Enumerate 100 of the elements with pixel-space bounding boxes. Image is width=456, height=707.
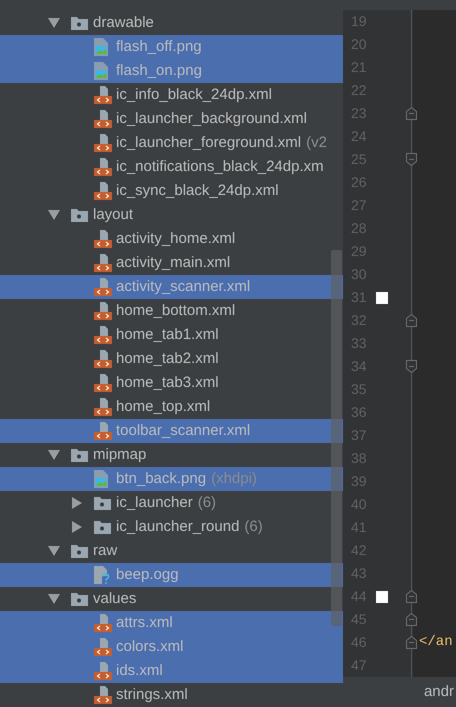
file-name: flash_off.png: [116, 36, 202, 57]
tree-row[interactable]: drawable: [0, 11, 343, 35]
file-name: home_tab2.xml: [116, 348, 219, 369]
tree-row[interactable]: home_bottom.xml: [0, 299, 343, 323]
tree-row[interactable]: layout: [0, 203, 343, 227]
file-name: home_tab1.xml: [116, 324, 219, 345]
tree-row[interactable]: home_tab1.xml: [0, 323, 343, 347]
fold-marker-icon[interactable]: [405, 613, 418, 626]
expand-arrow-icon[interactable]: [71, 497, 83, 509]
tree-row[interactable]: raw: [0, 539, 343, 563]
collapse-arrow-icon[interactable]: [48, 593, 60, 605]
file-name: btn_back.png: [116, 468, 206, 489]
xml-file-icon: [94, 662, 112, 680]
tree-row[interactable]: activity_main.xml: [0, 251, 343, 275]
file-name: ic_info_black_24dp.xml: [116, 84, 272, 105]
xml-file-icon: [94, 158, 112, 176]
tree-row[interactable]: home_top.xml: [0, 395, 343, 419]
xml-file-icon: [94, 110, 112, 128]
fold-marker-icon[interactable]: [405, 314, 418, 327]
xml-file-icon: [94, 278, 112, 296]
collapse-arrow-icon[interactable]: [48, 449, 60, 461]
fold-marker-icon[interactable]: [405, 107, 418, 120]
breadcrumb-item[interactable]: andr: [424, 680, 454, 704]
xml-file-icon: [94, 182, 112, 200]
xml-file-icon: [94, 230, 112, 248]
fold-marker-icon[interactable]: [405, 636, 418, 649]
folder-name: drawable: [93, 12, 154, 33]
xml-file-icon: [94, 422, 112, 440]
collapse-arrow-icon[interactable]: [48, 17, 60, 29]
xml-file-icon: [94, 134, 112, 152]
file-name: home_tab3.xml: [116, 372, 219, 393]
tree-row[interactable]: mipmap: [0, 443, 343, 467]
file-hint: (v2: [306, 132, 327, 153]
folder-name: ic_launcher: [116, 492, 193, 513]
file-hint: (xhdpi): [211, 468, 257, 489]
tree-row[interactable]: ic_launcher (6): [0, 491, 343, 515]
file-hint: (6): [244, 516, 263, 537]
xml-file-icon: [94, 638, 112, 656]
collapse-arrow-icon[interactable]: [48, 209, 60, 221]
tree-row[interactable]: ic_sync_black_24dp.xml: [0, 179, 343, 203]
folder-name: raw: [93, 540, 118, 561]
xml-file-icon: [94, 398, 112, 416]
tree-row[interactable]: strings.xml: [0, 683, 343, 707]
file-name: home_top.xml: [116, 396, 210, 417]
file-name: strings.xml: [116, 684, 188, 705]
xml-file-icon: [94, 326, 112, 344]
tree-row[interactable]: ic_launcher_round (6): [0, 515, 343, 539]
xml-file-icon: [94, 686, 112, 704]
scrollbar[interactable]: [331, 250, 342, 626]
file-name: activity_scanner.xml: [116, 276, 250, 297]
xml-file-icon: [94, 614, 112, 632]
fold-marker-icon[interactable]: [405, 360, 418, 373]
unknown-file-icon: [94, 566, 110, 584]
folder-icon: [71, 544, 88, 558]
file-name: ic_launcher_background.xml: [116, 108, 307, 129]
folder-name: mipmap: [93, 444, 146, 465]
tree-row[interactable]: ic_notifications_black_24dp.xm: [0, 155, 343, 179]
folder-icon: [71, 208, 88, 222]
file-name: ic_notifications_black_24dp.xm: [116, 156, 324, 177]
folder-icon: [94, 520, 111, 534]
tree-row[interactable]: home_tab2.xml: [0, 347, 343, 371]
image-file-icon: [94, 62, 108, 80]
fold-marker-icon[interactable]: [405, 590, 418, 603]
folder-name: layout: [93, 204, 134, 225]
file-name: ic_launcher_foreground.xml: [116, 132, 302, 153]
xml-file-icon: [94, 254, 112, 272]
folder-icon: [71, 592, 88, 606]
tree-row[interactable]: ic_launcher_background.xml: [0, 107, 343, 131]
xml-file-icon: [94, 350, 112, 368]
file-name: activity_home.xml: [116, 228, 236, 249]
file-name: home_bottom.xml: [116, 300, 236, 321]
image-file-icon: [94, 470, 108, 488]
folder-icon: [71, 448, 88, 462]
file-name: toolbar_scanner.xml: [116, 420, 250, 441]
file-name: ic_sync_black_24dp.xml: [116, 180, 279, 201]
bookmark-marker[interactable]: [376, 590, 388, 602]
fold-marker-icon[interactable]: [405, 153, 418, 166]
xml-file-icon: [94, 374, 112, 392]
file-name: flash_on.png: [116, 60, 202, 81]
file-name: activity_main.xml: [116, 252, 230, 273]
expand-arrow-icon[interactable]: [71, 521, 83, 533]
folder-name: values: [93, 588, 136, 609]
file-name: colors.xml: [116, 636, 184, 657]
bookmark-marker[interactable]: [376, 292, 388, 304]
folder-icon: [71, 16, 88, 30]
image-file-icon: [94, 38, 108, 56]
tree-row[interactable]: ic_launcher_foreground.xml (v2: [0, 131, 343, 155]
tree-row[interactable]: home_tab3.xml: [0, 371, 343, 395]
file-name: attrs.xml: [116, 612, 173, 633]
collapse-arrow-icon[interactable]: [48, 545, 60, 557]
folder-icon: [94, 496, 111, 510]
tree-row[interactable]: ic_info_black_24dp.xml: [0, 83, 343, 107]
tree-row[interactable]: activity_home.xml: [0, 227, 343, 251]
file-hint: (6): [198, 492, 216, 513]
tree-row[interactable]: values: [0, 587, 343, 611]
folder-name: ic_launcher_round: [116, 516, 240, 537]
file-name: beep.ogg: [116, 564, 179, 585]
file-name: ids.xml: [116, 660, 163, 681]
code-text: </an: [419, 633, 453, 652]
xml-file-icon: [94, 86, 112, 104]
